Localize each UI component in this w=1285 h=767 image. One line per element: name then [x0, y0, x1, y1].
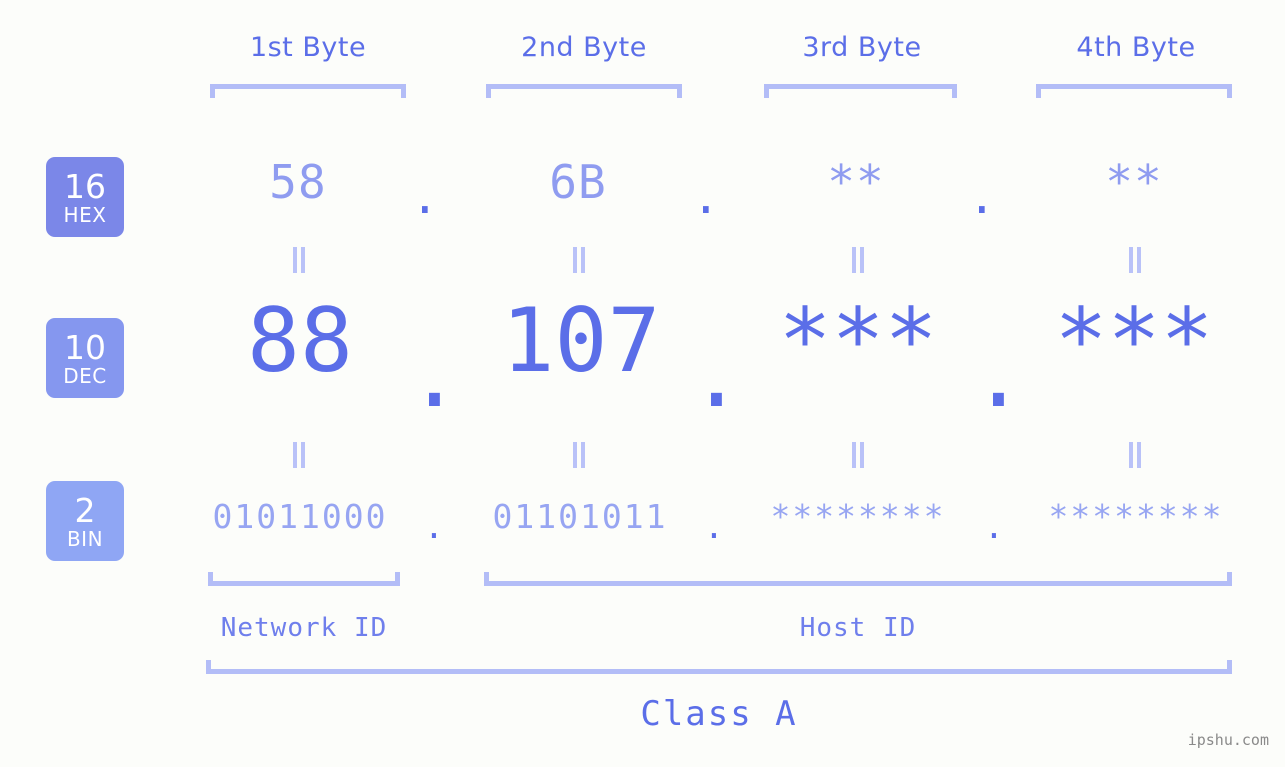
hex-separator-1: . [411, 170, 439, 224]
dec-byte-1: 88 [247, 289, 353, 392]
bin-separator-2: . [704, 507, 724, 546]
network-id-bracket [208, 572, 400, 586]
equals-connector-dec-bin-2 [572, 442, 586, 468]
equals-connector-dec-bin-1 [292, 442, 306, 468]
byte-header-2: 2nd Byte [521, 32, 647, 63]
hex-byte-2: 6B [549, 155, 607, 209]
base-badge-bin-name: BIN [66, 526, 104, 551]
dec-separator-3: . [972, 324, 1025, 427]
bin-byte-2: 01101011 [492, 497, 668, 536]
base-badge-hex-name: HEX [63, 202, 107, 227]
base-badge-dec-name: DEC [63, 363, 107, 388]
hex-separator-3: . [968, 170, 996, 224]
network-id-label: Network ID [220, 613, 388, 643]
byte-bracket-3 [764, 84, 957, 98]
dec-byte-4: *** [1054, 289, 1214, 392]
byte-header-1: 1st Byte [249, 32, 367, 63]
hex-byte-1: 58 [269, 155, 327, 209]
bin-byte-4: ******** [1048, 497, 1224, 536]
base-badge-dec-number: 10 [64, 327, 106, 367]
host-id-bracket [484, 572, 1232, 586]
hex-separator-2: . [692, 170, 720, 224]
hex-byte-4: ** [1105, 155, 1163, 209]
base-badge-bin: 2 BIN [46, 481, 124, 561]
dec-byte-2: 107 [501, 289, 661, 392]
byte-header-4: 4th Byte [1076, 32, 1196, 63]
dec-separator-2: . [690, 324, 743, 427]
equals-connector-hex-dec-3 [851, 247, 865, 273]
bin-byte-3: ******** [770, 497, 946, 536]
byte-bracket-1 [210, 84, 406, 98]
byte-bracket-2 [486, 84, 682, 98]
site-watermark: ipshu.com [1187, 731, 1269, 749]
hex-byte-3: ** [827, 155, 885, 209]
dec-byte-3: *** [778, 289, 938, 392]
dec-separator-1: . [408, 324, 461, 427]
equals-connector-dec-bin-3 [851, 442, 865, 468]
byte-bracket-4 [1036, 84, 1232, 98]
equals-connector-hex-dec-4 [1128, 247, 1142, 273]
host-id-label: Host ID [799, 613, 917, 643]
equals-connector-hex-dec-1 [292, 247, 306, 273]
base-badge-hex: 16 HEX [46, 157, 124, 237]
base-badge-hex-number: 16 [64, 166, 106, 206]
class-label: Class A [640, 694, 798, 734]
byte-header-3: 3rd Byte [802, 32, 922, 63]
ip-address-breakdown-diagram: 1st Byte 2nd Byte 3rd Byte 4th Byte 16 H… [0, 0, 1285, 767]
base-badge-bin-number: 2 [74, 490, 96, 530]
bin-separator-3: . [984, 507, 1004, 546]
bin-separator-1: . [424, 507, 444, 546]
base-badge-dec: 10 DEC [46, 318, 124, 398]
equals-connector-dec-bin-4 [1128, 442, 1142, 468]
class-bracket [206, 660, 1232, 674]
bin-byte-1: 01011000 [212, 497, 388, 536]
equals-connector-hex-dec-2 [572, 247, 586, 273]
